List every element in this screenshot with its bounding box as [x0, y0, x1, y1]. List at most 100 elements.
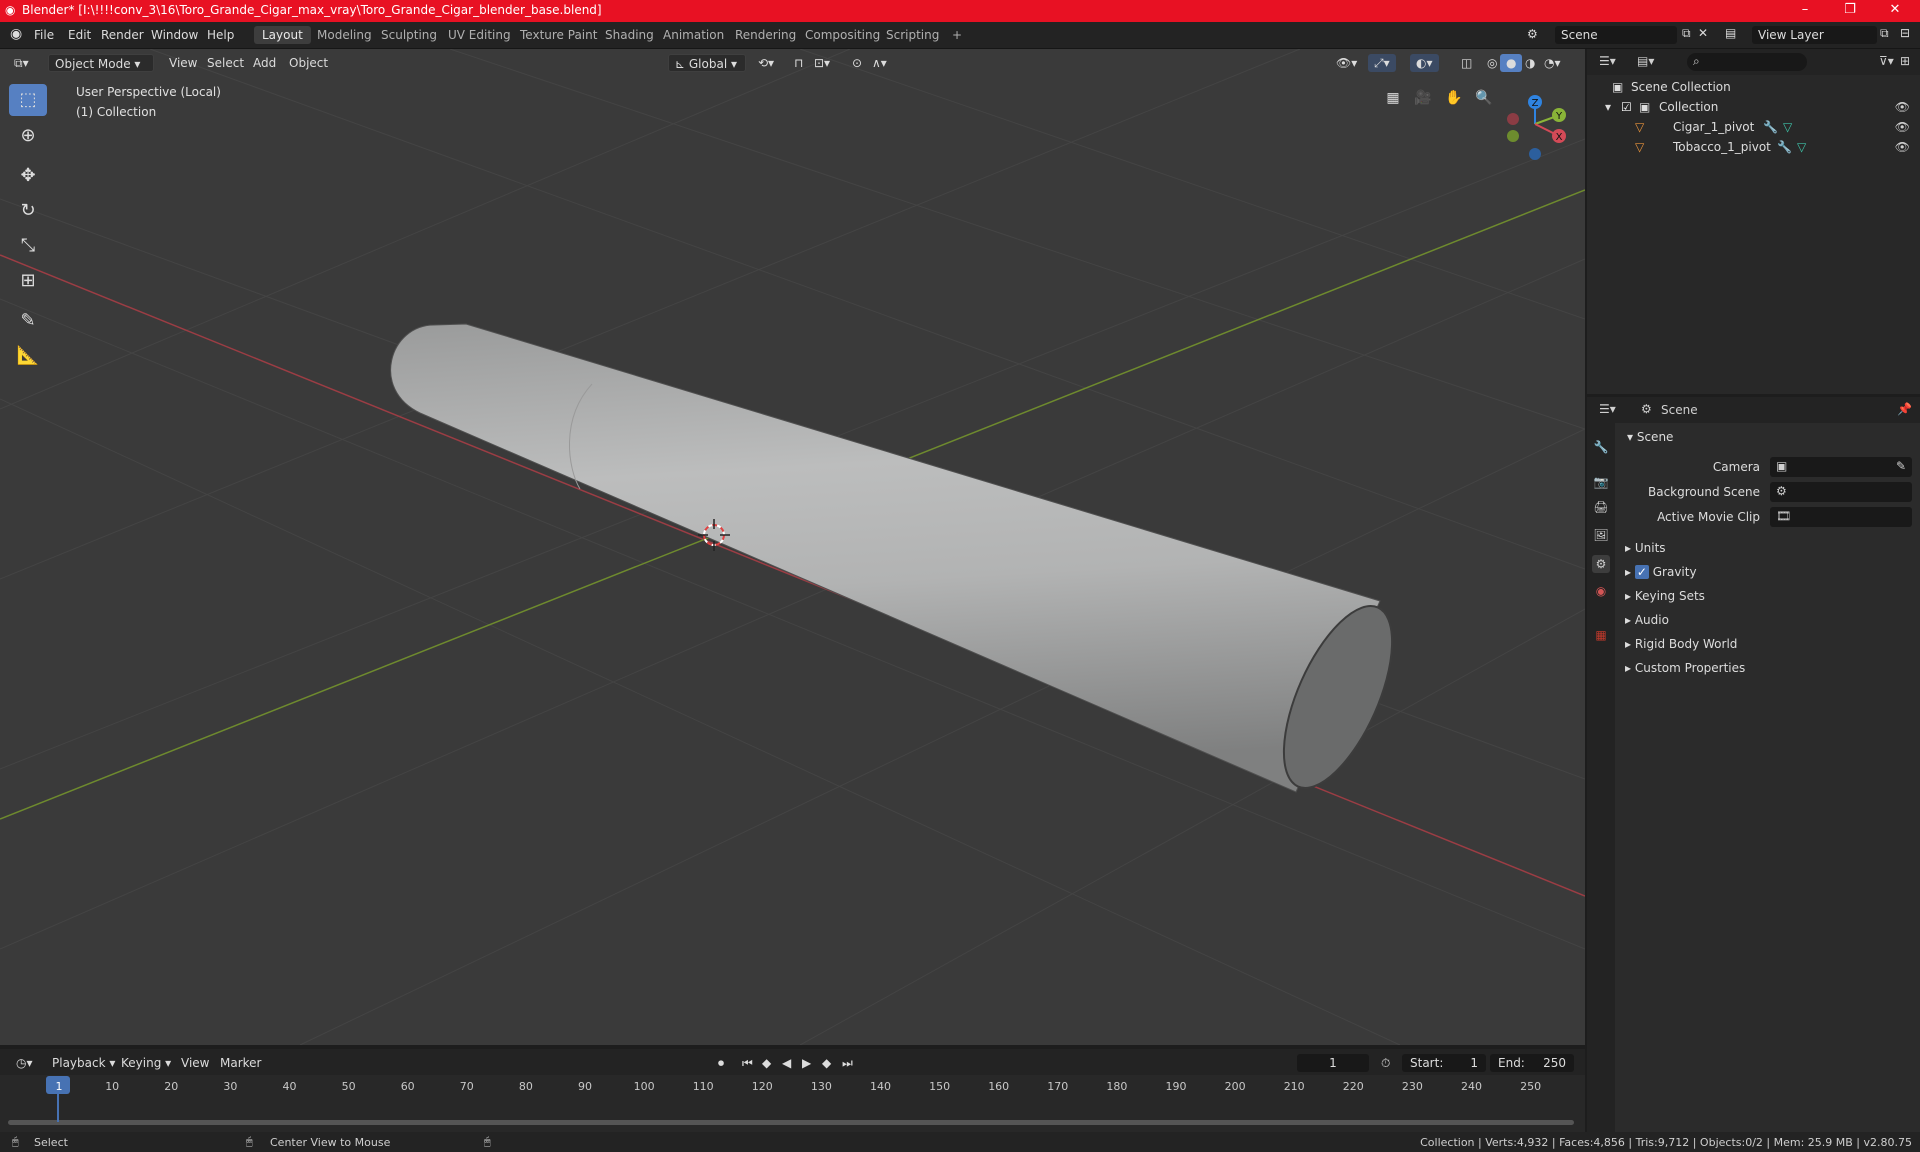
view-layer-field[interactable]: View Layer	[1752, 26, 1877, 44]
outliner-row-collection[interactable]: ▾ ☑ ▣ Collection 👁	[1587, 97, 1920, 117]
viewport-canvas[interactable]: Z Y X	[0, 49, 1585, 1045]
viewport-menu-select[interactable]: Select	[201, 54, 250, 72]
scale-tool-icon[interactable]: ⤡	[9, 230, 47, 262]
workspace-tab-rendering[interactable]: Rendering	[727, 26, 804, 44]
world-tab-icon[interactable]: ◉	[1592, 582, 1610, 600]
camera-view-icon[interactable]: 🎥	[1411, 86, 1435, 110]
object-mode-dropdown[interactable]: Object Mode ▾	[48, 54, 154, 72]
cigar-mesh[interactable]	[390, 323, 1415, 803]
select-box-tool-icon[interactable]: ⬚	[9, 84, 47, 116]
current-frame-field[interactable]: 1	[1297, 1054, 1369, 1072]
outliner-row-tobacco[interactable]: ▽ Tobacco_1_pivot 🔧 ▽ 👁	[1587, 137, 1920, 157]
mesh-data-icon[interactable]: ▽	[1783, 117, 1792, 137]
editor-type-icon[interactable]: ⧉▾	[8, 54, 35, 72]
workspace-tab-animation[interactable]: Animation	[655, 26, 732, 44]
annotate-tool-icon[interactable]: ✎	[9, 305, 47, 337]
outliner-row-cigar[interactable]: ▽ Cigar_1_pivot 🔧 ▽ 👁	[1587, 117, 1920, 137]
tool-tab-icon[interactable]: 🔧	[1592, 438, 1610, 456]
snap-target-icon[interactable]: ⊡▾	[808, 54, 836, 72]
snap-icon[interactable]: ⊓	[788, 54, 809, 72]
proportional-edit-icon[interactable]: ⊙	[846, 54, 868, 72]
transform-tool-icon[interactable]: ⊞	[9, 265, 47, 297]
remove-view-layer-icon[interactable]: ⊟	[1900, 26, 1910, 40]
menu-window[interactable]: Window	[151, 28, 198, 42]
transform-orientation-dropdown[interactable]: ⊾ Global ▾	[668, 54, 746, 72]
scene-tab-icon[interactable]: ⚙	[1592, 555, 1610, 573]
section-keying-sets[interactable]: ▸ Keying Sets	[1625, 589, 1705, 603]
measure-tool-icon[interactable]: 📐	[9, 340, 47, 372]
jump-end-icon[interactable]: ⏭	[836, 1054, 859, 1072]
zoom-view-icon[interactable]: 🔍	[1472, 86, 1496, 110]
next-keyframe-icon[interactable]: ◆	[816, 1054, 837, 1072]
new-collection-icon[interactable]: ⊞	[1900, 54, 1910, 68]
visibility-icon[interactable]: 👁▾	[1330, 54, 1363, 72]
gizmo-toggle-icon[interactable]: ⤢▾	[1368, 54, 1396, 72]
active-movie-clip-field[interactable]: 🎞	[1770, 507, 1912, 527]
scene-panel-header[interactable]: ▾ Scene	[1627, 430, 1673, 444]
workspace-tab-uv-editing[interactable]: UV Editing	[440, 26, 519, 44]
overlays-icon[interactable]: ◐▾	[1410, 54, 1439, 72]
pivot-point-icon[interactable]: ⟲▾	[752, 54, 780, 72]
gizmo-z-label[interactable]: Z	[1532, 98, 1539, 109]
eyedropper-icon[interactable]: ✎	[1896, 459, 1906, 473]
render-tab-icon[interactable]: 📷	[1592, 473, 1610, 491]
eye-icon[interactable]: 👁	[1895, 137, 1910, 157]
xray-icon[interactable]: ◫	[1455, 54, 1478, 72]
move-tool-icon[interactable]: ✥	[9, 160, 47, 192]
section-gravity[interactable]: ▸ ✓ Gravity	[1625, 565, 1697, 579]
expand-arrow-icon[interactable]: ▾	[1605, 97, 1611, 117]
pin-icon[interactable]: 📌	[1897, 402, 1912, 416]
timeline-scrollbar[interactable]	[8, 1120, 1574, 1125]
section-rigid-body-world[interactable]: ▸ Rigid Body World	[1625, 637, 1737, 651]
start-frame-field[interactable]: Start: 1	[1402, 1054, 1486, 1072]
timeline-menu-view[interactable]: View	[175, 1054, 215, 1072]
eye-icon[interactable]: 👁	[1895, 97, 1910, 117]
falloff-icon[interactable]: ∧▾	[866, 54, 893, 72]
modifier-icon[interactable]: 🔧	[1763, 117, 1778, 137]
camera-field[interactable]: ▣ ✎	[1770, 457, 1912, 477]
new-scene-icon[interactable]: ⧉	[1682, 26, 1691, 41]
pan-view-icon[interactable]: ✋	[1442, 86, 1466, 110]
blender-menu-icon[interactable]: ◉	[10, 26, 22, 42]
background-scene-field[interactable]: ⚙	[1770, 482, 1912, 502]
prev-keyframe-icon[interactable]: ◆	[756, 1054, 777, 1072]
viewport-menu-view[interactable]: View	[163, 54, 203, 72]
3d-viewport[interactable]: Z Y X	[0, 49, 1585, 1045]
display-mode-icon[interactable]: ▤▾	[1637, 54, 1654, 68]
view-layer-browse-icon[interactable]: ▤	[1725, 26, 1736, 40]
shading-rendered-icon[interactable]: ◔▾	[1538, 54, 1567, 72]
section-units[interactable]: ▸ Units	[1625, 541, 1666, 555]
minimize-button[interactable]: –	[1790, 2, 1820, 17]
workspace-tab-scripting[interactable]: Scripting	[878, 26, 947, 44]
output-tab-icon[interactable]: 🖨	[1592, 498, 1610, 516]
outliner-row-scene-collection[interactable]: ▣ Scene Collection	[1587, 77, 1920, 97]
menu-render[interactable]: Render	[101, 28, 144, 42]
properties-editor-type-icon[interactable]: ☰▾	[1599, 402, 1616, 416]
view-layer-tab-icon[interactable]: 🖼	[1592, 526, 1610, 544]
gravity-checkbox[interactable]: ✓	[1634, 565, 1649, 579]
outliner-search-input[interactable]: ⌕	[1687, 53, 1807, 71]
gizmo-y-label[interactable]: Y	[1555, 111, 1563, 122]
workspace-tab-compositing[interactable]: Compositing	[797, 26, 888, 44]
texture-tab-icon[interactable]: ▦	[1592, 626, 1610, 644]
scene-browse-icon[interactable]: ⚙	[1527, 27, 1538, 41]
eye-icon[interactable]: 👁	[1895, 117, 1910, 137]
play-icon[interactable]: ▶	[796, 1054, 817, 1072]
timeline-editor-type-icon[interactable]: ◷▾	[10, 1054, 39, 1072]
new-view-layer-icon[interactable]: ⧉	[1880, 26, 1889, 41]
timeline-menu-playback[interactable]: Playback ▾	[46, 1054, 121, 1072]
end-frame-field[interactable]: End: 250	[1490, 1054, 1574, 1072]
menu-edit[interactable]: Edit	[68, 28, 91, 42]
record-button-icon[interactable]: ⏺	[712, 1054, 730, 1072]
section-audio[interactable]: ▸ Audio	[1625, 613, 1669, 627]
checkbox-icon[interactable]: ☑	[1621, 97, 1632, 117]
viewport-menu-add[interactable]: Add	[247, 54, 282, 72]
modifier-icon[interactable]: 🔧	[1777, 137, 1792, 157]
filter-icon[interactable]: ⊽▾	[1879, 54, 1894, 68]
add-workspace-button[interactable]: +	[944, 26, 970, 44]
preview-range-icon[interactable]: ⏱	[1375, 1054, 1396, 1072]
workspace-tab-sculpting[interactable]: Sculpting	[373, 26, 445, 44]
workspace-tab-texture-paint[interactable]: Texture Paint	[512, 26, 605, 44]
grid-view-icon[interactable]: ▦	[1381, 86, 1405, 110]
cursor-tool-icon[interactable]: ⊕	[9, 120, 47, 152]
